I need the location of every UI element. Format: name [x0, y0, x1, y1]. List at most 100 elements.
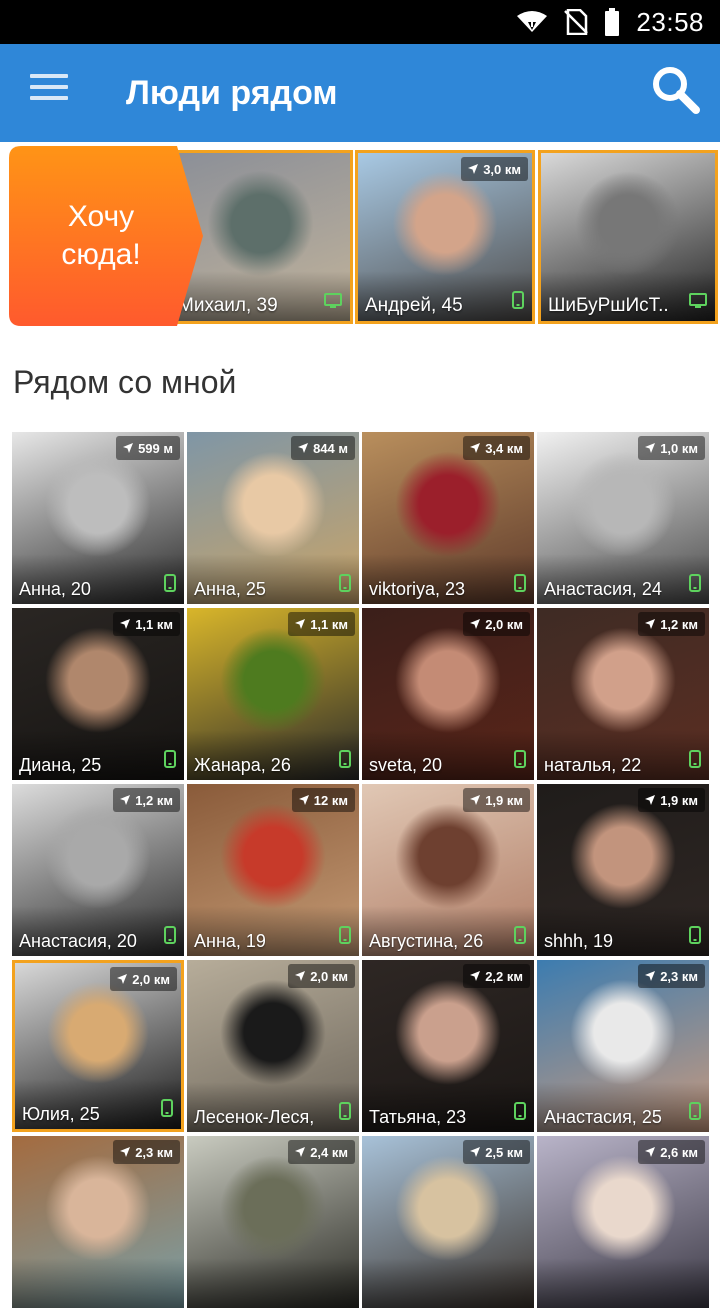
mobile-icon	[689, 750, 701, 768]
nearby-profile-card[interactable]: 599 м Анна, 20	[12, 432, 184, 604]
profile-name: viktoriya, 23	[369, 579, 466, 599]
online-device-indicator	[512, 291, 524, 314]
distance-label: 2,5 км	[485, 1144, 523, 1160]
nearby-profile-card[interactable]: 2,3 км Анастасия, 25	[537, 960, 709, 1132]
nearby-profile-card[interactable]: 2,0 км Юлия, 25	[12, 960, 184, 1132]
distance-badge: 2,0 км	[463, 612, 530, 636]
distance-badge: 3,4 км	[463, 436, 530, 460]
distance-badge: 1,1 км	[288, 612, 355, 636]
menu-button[interactable]	[30, 74, 68, 108]
nearby-profile-card[interactable]: 1,9 км shhh, 19	[537, 784, 709, 956]
featured-profile-card[interactable]: ШиБуРшИсТ..	[538, 150, 718, 324]
online-device-indicator	[514, 926, 526, 949]
distance-badge: 2,3 км	[638, 964, 705, 988]
nearby-profile-card[interactable]: 2,6 км	[537, 1136, 709, 1308]
location-arrow-icon	[470, 443, 481, 453]
distance-badge: 2,3 км	[113, 1140, 180, 1164]
mobile-icon	[164, 926, 176, 944]
location-arrow-icon	[645, 619, 656, 629]
distance-badge: 1,2 км	[113, 788, 180, 812]
distance-label: 1,0 км	[660, 440, 698, 456]
featured-profile-card[interactable]: 3,0 км Андрей, 45	[355, 150, 535, 324]
app-bar: Люди рядом	[0, 44, 720, 142]
profile-name: Анастасия, 20	[19, 931, 137, 951]
distance-label: 2,4 км	[310, 1144, 348, 1160]
location-arrow-icon	[645, 443, 656, 453]
name-shade	[362, 1258, 534, 1308]
distance-label: 599 м	[138, 440, 173, 456]
location-arrow-icon	[295, 1147, 306, 1157]
mobile-icon	[339, 574, 351, 592]
nearby-profile-card[interactable]: 2,4 км	[187, 1136, 359, 1308]
want-here-label: Хочу сюда!	[61, 200, 141, 271]
nearby-profile-card[interactable]: 1,2 км наталья, 22	[537, 608, 709, 780]
distance-badge: 1,0 км	[638, 436, 705, 460]
nearby-profile-card[interactable]: 2,2 км Татьяна, 23	[362, 960, 534, 1132]
distance-label: 12 км	[313, 792, 348, 808]
profile-name: Анастасия, 25	[544, 1107, 662, 1127]
distance-label: 1,1 км	[310, 616, 348, 632]
online-device-indicator	[689, 926, 701, 949]
distance-label: 2,2 км	[485, 968, 523, 984]
nearby-profile-card[interactable]: 2,0 км sveta, 20	[362, 608, 534, 780]
nearby-profile-card[interactable]: 2,3 км	[12, 1136, 184, 1308]
profile-name: Жанара, 26	[194, 755, 291, 775]
profile-name: ШиБуРшИсТ..	[548, 295, 669, 316]
online-device-indicator	[164, 574, 176, 597]
search-button[interactable]	[650, 64, 702, 116]
mobile-icon	[514, 574, 526, 592]
location-arrow-icon	[470, 971, 481, 981]
featured-strip: Михаил, 39 3,0 км Андрей, 45 ШиБуРшИсТ.. Хо…	[0, 142, 720, 328]
nearby-profile-card[interactable]: 12 км Анна, 19	[187, 784, 359, 956]
distance-label: 1,1 км	[135, 616, 173, 632]
wifi-icon	[517, 11, 548, 32]
location-arrow-icon	[123, 443, 134, 453]
distance-badge: 3,0 км	[461, 157, 528, 181]
mobile-icon	[689, 574, 701, 592]
mobile-icon	[512, 291, 524, 309]
nearby-profile-card[interactable]: 1,1 км Жанара, 26	[187, 608, 359, 780]
distance-badge: 599 м	[116, 436, 180, 460]
distance-badge: 2,0 км	[110, 967, 177, 991]
nearby-profile-card[interactable]: 1,9 км Августина, 26	[362, 784, 534, 956]
online-device-indicator	[164, 750, 176, 773]
profile-name: Анна, 25	[194, 579, 266, 599]
distance-label: 3,0 км	[483, 161, 521, 177]
online-device-indicator	[514, 1102, 526, 1125]
section-title: Рядом со мной	[13, 364, 237, 400]
nearby-profile-card[interactable]: 1,0 км Анастасия, 24	[537, 432, 709, 604]
location-arrow-icon	[645, 971, 656, 981]
nearby-profile-card[interactable]: 2,5 км	[362, 1136, 534, 1308]
distance-badge: 1,2 км	[638, 612, 705, 636]
location-arrow-icon	[645, 1147, 656, 1157]
nearby-profile-card[interactable]: 2,0 км Лесенок-Леся,	[187, 960, 359, 1132]
online-device-indicator	[339, 1102, 351, 1125]
search-icon	[653, 67, 700, 114]
mobile-icon	[339, 750, 351, 768]
online-device-indicator	[161, 1099, 173, 1122]
distance-badge: 1,1 км	[113, 612, 180, 636]
mobile-icon	[339, 1102, 351, 1120]
online-device-indicator	[689, 1102, 701, 1125]
distance-badge: 2,5 км	[463, 1140, 530, 1164]
distance-label: 844 м	[313, 440, 348, 456]
nearby-profile-card[interactable]: 3,4 км viktoriya, 23	[362, 432, 534, 604]
location-arrow-icon	[298, 443, 309, 453]
location-arrow-icon	[298, 795, 309, 805]
want-here-button[interactable]: Хочу сюда!	[9, 146, 203, 326]
name-shade	[187, 1258, 359, 1308]
profile-name: shhh, 19	[544, 931, 614, 951]
distance-badge: 1,9 км	[638, 788, 705, 812]
location-arrow-icon	[120, 795, 131, 805]
online-device-indicator	[339, 574, 351, 597]
location-arrow-icon	[645, 795, 656, 805]
nearby-profile-card[interactable]: 1,1 км Диана, 25	[12, 608, 184, 780]
nearby-profile-card[interactable]: 1,2 км Анастасия, 20	[12, 784, 184, 956]
location-arrow-icon	[120, 1147, 131, 1157]
online-device-indicator	[514, 750, 526, 773]
distance-label: 2,0 км	[485, 616, 523, 632]
online-device-indicator	[689, 750, 701, 773]
clock: 23:58	[636, 6, 704, 37]
location-arrow-icon	[470, 795, 481, 805]
nearby-profile-card[interactable]: 844 м Анна, 25	[187, 432, 359, 604]
